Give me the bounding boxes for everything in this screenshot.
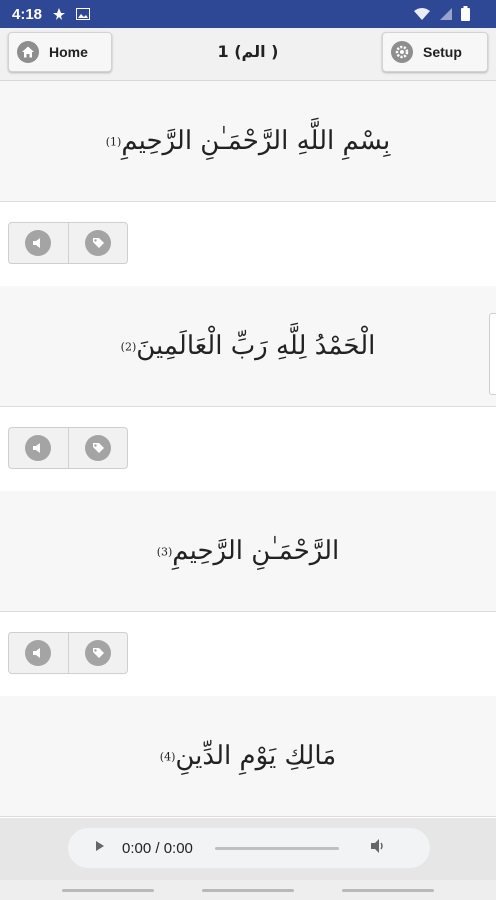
verse-4: مَالِكِ يَوْمِ الدِّينِ(4) [0,696,496,817]
signal-icon [439,7,453,25]
verse-3-actions [0,612,496,696]
speaker-icon [25,230,52,256]
verse-text: الرَّحْمَـٰنِ الرَّحِيمِ [172,536,340,566]
speaker-icon [25,435,52,461]
verse-3: الرَّحْمَـٰنِ الرَّحِيمِ(3) [0,491,496,612]
setup-label: Setup [423,44,462,60]
wifi-icon [413,7,431,25]
verse-number: (1) [105,135,122,149]
bookmark-button[interactable] [67,428,128,468]
verse-1: بِسْمِ اللَّهِ الرَّحْمَـٰنِ الرَّحِيمِ(… [0,81,496,202]
audio-bar: 0:00 / 0:00 [0,818,496,880]
bookmark-button[interactable] [67,223,128,263]
nav-recents[interactable] [342,889,434,892]
tag-icon [84,230,111,256]
battery-icon [461,6,470,25]
verse-2: الْحَمْدُ لِلَّهِ رَبِّ الْعَالَمِينَ(2) [0,286,496,407]
status-bar: 4:18 [0,0,496,28]
verse-text: مَالِكِ يَوْمِ الدِّينِ [175,741,337,771]
notification-icon [52,7,66,21]
tag-icon [84,640,111,666]
setup-button[interactable]: Setup [382,32,488,72]
verse-number: (4) [159,750,176,764]
verse-controls [8,427,128,469]
nav-back[interactable] [62,889,154,892]
nav-home[interactable] [202,889,294,892]
verse-number: (3) [156,545,173,559]
play-icon[interactable] [94,839,106,857]
top-bar: Home 1 (الم ) Setup [0,28,496,81]
volume-icon[interactable] [369,838,387,858]
bookmark-button[interactable] [67,633,128,673]
play-audio-button[interactable] [9,633,68,673]
audio-time: 0:00 / 0:00 [122,839,193,857]
verse-text: بِسْمِ اللَّهِ الرَّحْمَـٰنِ الرَّحِيمِ [121,126,391,156]
verse-controls [8,632,128,674]
image-icon [76,8,91,20]
verse-2-actions [0,407,496,491]
verse-1-actions [0,202,496,286]
play-audio-button[interactable] [9,428,68,468]
verse-text: الْحَمْدُ لِلَّهِ رَبِّ الْعَالَمِينَ [136,331,376,361]
system-nav-bar [0,880,496,900]
verse-controls [8,222,128,264]
status-time: 4:18 [12,5,43,23]
verse-number: (2) [120,340,137,354]
audio-seek-bar[interactable] [214,846,339,850]
speaker-icon [25,640,52,666]
audio-player: 0:00 / 0:00 [68,828,430,868]
verse-list[interactable]: بِسْمِ اللَّهِ الرَّحْمَـٰنِ الرَّحِيمِ(… [0,81,496,818]
tag-icon [84,435,111,461]
play-audio-button[interactable] [9,223,68,263]
gear-icon [391,41,413,63]
scroll-indicator[interactable] [489,313,496,395]
